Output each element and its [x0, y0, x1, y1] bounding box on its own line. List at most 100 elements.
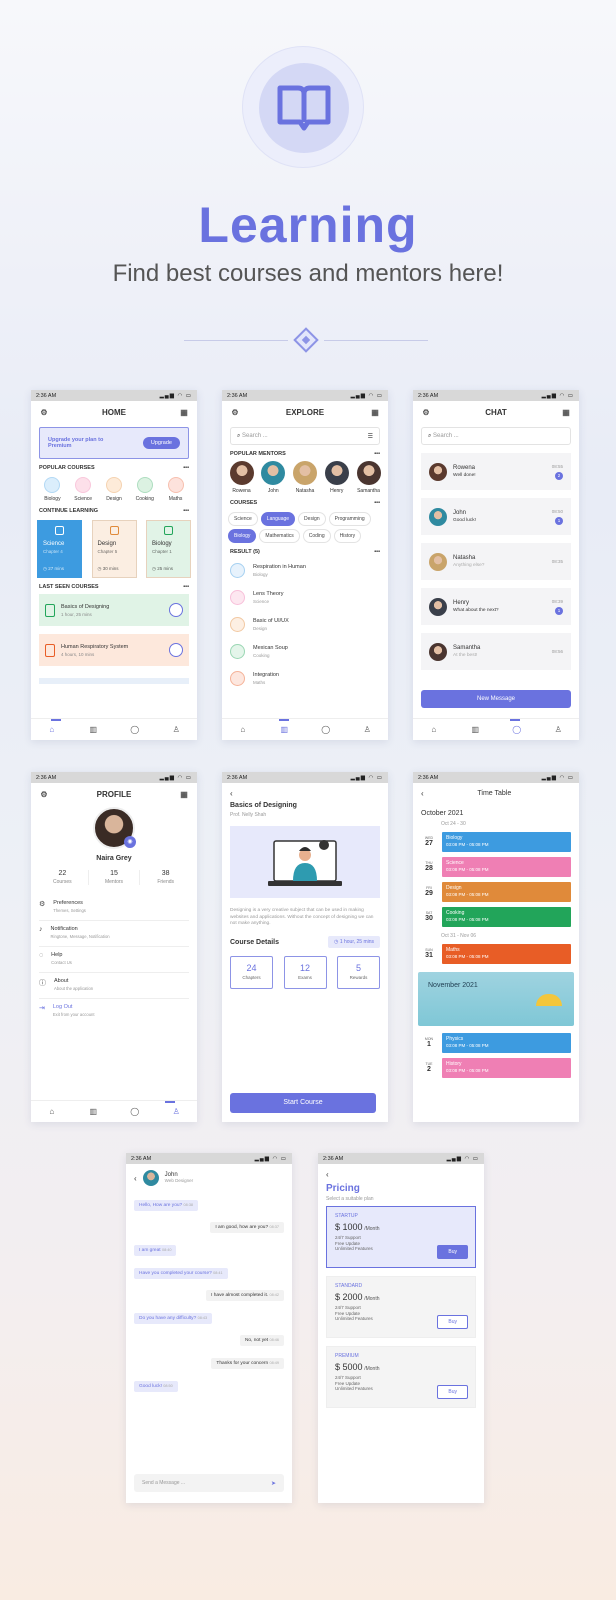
avatar[interactable]: ◉	[93, 807, 136, 849]
sent-message[interactable]: I am good, how are you? 08:37	[210, 1222, 284, 1234]
schedule-row[interactable]: SAT 30 Cooking 03:08 PM - 05:08 PM	[421, 904, 571, 929]
camera-icon[interactable]: ◉	[124, 836, 136, 848]
course-tag[interactable]: Biology	[228, 529, 257, 543]
schedule-row[interactable]: TUE 2 History 03:08 PM - 05:08 PM	[421, 1055, 571, 1080]
user-icon[interactable]: ♙	[171, 725, 181, 735]
popular-course-item[interactable]: Biology	[39, 477, 65, 502]
sent-message[interactable]: No, not yet 08:46	[239, 1335, 284, 1347]
last-seen-card[interactable]: Basics of Designing 1 hour, 25 mins	[39, 594, 189, 626]
class-block[interactable]: Design 03:08 PM - 05:08 PM	[442, 881, 571, 902]
chat-item[interactable]: Samantha At the best! 08:56	[421, 633, 571, 670]
course-tag[interactable]: Design	[298, 512, 326, 526]
calendar-icon[interactable]: ▦	[561, 407, 571, 417]
home-icon[interactable]: ⌂	[429, 725, 439, 735]
mentor-item[interactable]: John	[260, 461, 287, 494]
schedule-row[interactable]: THU 28 Science 03:08 PM - 05:08 PM	[421, 854, 571, 879]
popular-course-item[interactable]: Design	[101, 477, 127, 502]
profile-menu-item[interactable]: ⓘ About About the application	[39, 973, 189, 999]
home-icon[interactable]: ⌂	[47, 725, 57, 735]
filter-icon[interactable]: ☰	[368, 433, 373, 440]
mentor-item[interactable]: Natasha	[292, 461, 319, 494]
continue-card[interactable]: Biology Chapter 1 ◷ 25 mins	[146, 520, 191, 578]
chat-icon[interactable]: ◯	[130, 1107, 140, 1117]
message-input[interactable]: Send a Message ... ➤	[134, 1474, 284, 1492]
course-tag[interactable]: Language	[260, 512, 296, 526]
sent-message[interactable]: I have almost completed it. 08:42	[206, 1290, 284, 1302]
calendar-icon[interactable]: ▦	[179, 789, 189, 799]
calendar-icon[interactable]: ▦	[370, 407, 380, 417]
profile-menu-item[interactable]: ♪ Notification Ringtone, Message, Notifica…	[39, 921, 189, 947]
result-item[interactable]: Integration Maths	[230, 665, 380, 692]
book-nav-icon[interactable]: ▥	[88, 725, 98, 735]
schedule-row[interactable]: FRI 29 Design 03:08 PM - 05:08 PM	[421, 879, 571, 904]
user-icon[interactable]: ♙	[362, 725, 372, 735]
new-message-button[interactable]: New Message	[421, 690, 571, 708]
book-nav-icon[interactable]: ▥	[279, 725, 289, 735]
gear-icon[interactable]: ⚙	[230, 407, 240, 417]
received-message[interactable]: I am great 08:40	[134, 1244, 177, 1256]
schedule-row[interactable]: WED 27 Biology 03:08 PM - 05:08 PM	[421, 829, 571, 854]
popular-course-item[interactable]: Science	[70, 477, 96, 502]
chat-item[interactable]: Natasha Anything else? 08:35	[421, 543, 571, 580]
class-block[interactable]: History 03:08 PM - 05:08 PM	[442, 1057, 571, 1078]
back-icon[interactable]: ‹	[134, 1174, 137, 1183]
class-block[interactable]: Cooking 03:08 PM - 05:08 PM	[442, 906, 571, 927]
class-block[interactable]: Physics 03:08 PM - 05:08 PM	[442, 1032, 571, 1053]
more-icon[interactable]: •••	[374, 451, 380, 457]
received-message[interactable]: Good luck! 08:50	[134, 1380, 178, 1392]
start-course-button[interactable]: Start Course	[230, 1093, 376, 1113]
course-tag[interactable]: Science	[228, 512, 258, 526]
book-nav-icon[interactable]: ▥	[470, 725, 480, 735]
more-icon[interactable]: •••	[374, 549, 380, 555]
popular-course-item[interactable]: Maths	[163, 477, 189, 502]
received-message[interactable]: Do you have any difficulty? 08:43	[134, 1312, 213, 1324]
calendar-icon[interactable]: ▦	[179, 407, 189, 417]
result-item[interactable]: Respiration in Human Biology	[230, 557, 380, 584]
class-block[interactable]: Science 03:08 PM - 05:08 PM	[442, 856, 571, 877]
gear-icon[interactable]: ⚙	[39, 789, 49, 799]
result-item[interactable]: Lens Theory Science	[230, 584, 380, 611]
chat-icon[interactable]: ◯	[130, 725, 140, 735]
buy-button[interactable]: Buy	[437, 1385, 468, 1399]
send-icon[interactable]: ➤	[271, 1480, 276, 1487]
sent-message[interactable]: Thanks for your concern 08:49	[211, 1357, 284, 1369]
more-icon[interactable]: •••	[183, 584, 189, 590]
class-block[interactable]: Maths 03:08 PM - 05:08 PM	[442, 943, 571, 964]
mentor-item[interactable]: Rowena	[228, 461, 255, 494]
chat-item[interactable]: Rowena Well done! 08:55 2	[421, 453, 571, 490]
received-message[interactable]: Have you completed your course? 08:41	[134, 1267, 228, 1279]
upgrade-button[interactable]: Upgrade	[142, 437, 180, 449]
profile-menu-item[interactable]: ⚙ Preferences Themes, Settings	[39, 895, 189, 921]
course-tag[interactable]: History	[333, 529, 362, 543]
continue-card[interactable]: Science Chapter 4 ◷ 27 mins	[37, 520, 82, 578]
continue-card[interactable]: Design Chapter 5 ◷ 30 mins	[91, 520, 137, 578]
user-icon[interactable]: ♙	[553, 725, 563, 735]
plan-card[interactable]: STANDARD $ 2000 /Month 24/7 Support Free Up…	[326, 1276, 476, 1338]
user-icon[interactable]: ♙	[171, 1107, 181, 1117]
home-icon[interactable]: ⌂	[238, 725, 248, 735]
schedule-row[interactable]: MON 1 Physics 03:08 PM - 05:08 PM	[421, 1030, 571, 1055]
plan-card[interactable]: STARTUP $ 1000 /Month 24/7 Support Free Upd…	[326, 1206, 476, 1268]
mentor-item[interactable]: Samantha	[355, 461, 382, 494]
chat-icon[interactable]: ◯	[321, 725, 331, 735]
result-item[interactable]: Basic of UI/UX Design	[230, 611, 380, 638]
avatar[interactable]	[142, 1170, 159, 1186]
back-icon[interactable]: ‹	[222, 783, 388, 798]
last-seen-card[interactable]: Human Respiratory System 4 hours, 10 mins	[39, 634, 189, 666]
buy-button[interactable]: Buy	[437, 1245, 468, 1259]
chat-icon[interactable]: ◯	[512, 725, 522, 735]
chat-item[interactable]: Henry What about the next? 08:39 1	[421, 588, 571, 625]
gear-icon[interactable]: ⚙	[39, 407, 49, 417]
schedule-row[interactable]: SUN 31 Maths 03:08 PM - 05:08 PM	[421, 941, 571, 966]
back-icon[interactable]: ‹	[318, 1164, 484, 1179]
home-icon[interactable]: ⌂	[47, 1107, 57, 1117]
more-icon[interactable]: •••	[183, 465, 189, 471]
play-icon[interactable]	[169, 603, 183, 617]
profile-menu-item[interactable]: ◌ Help Contact Us	[39, 947, 189, 973]
course-tag[interactable]: Mathematics	[259, 529, 300, 543]
result-item[interactable]: Mexican Soup Cooking	[230, 638, 380, 665]
play-icon[interactable]	[169, 643, 183, 657]
more-icon[interactable]: •••	[374, 500, 380, 506]
profile-menu-item[interactable]: ⇥ Log Out Exit from your account	[39, 999, 189, 1025]
received-message[interactable]: Hello, How are you? 08:38	[134, 1199, 199, 1211]
